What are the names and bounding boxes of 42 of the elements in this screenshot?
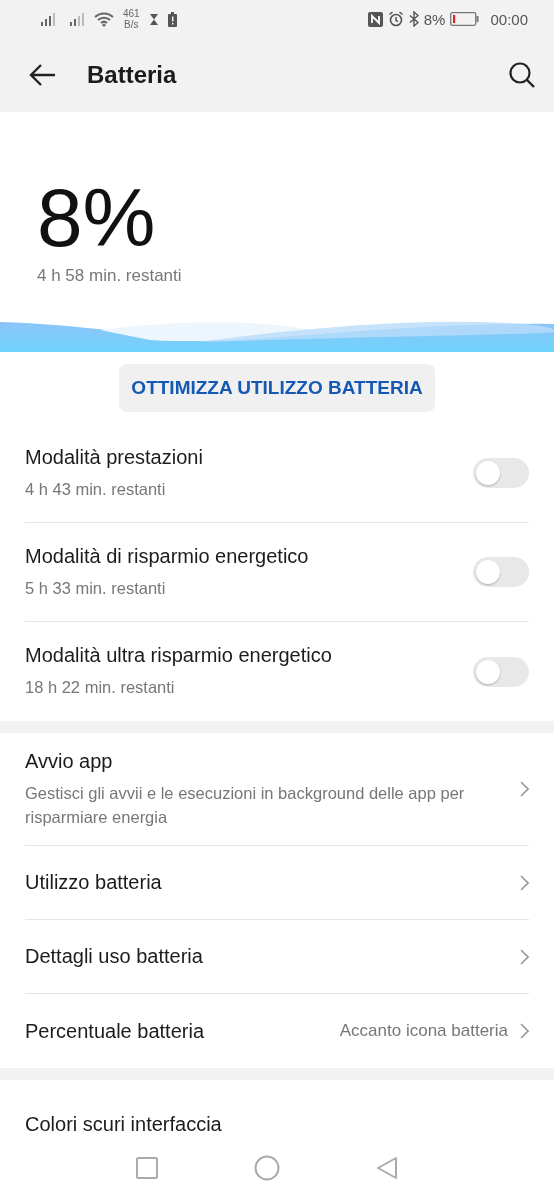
toggle-switch[interactable] — [473, 557, 529, 587]
network-speed-unit: B/s — [124, 19, 139, 30]
battery-percentage: 8% — [37, 176, 157, 260]
back-arrow-icon[interactable] — [28, 63, 56, 87]
page-title: Batteria — [87, 61, 178, 89]
setting-value: Accanto icona batteria — [339, 1021, 508, 1041]
setting-title: Modalità prestazioni — [25, 445, 204, 469]
home-icon[interactable] — [254, 1154, 280, 1181]
setting-title: Modalità di risparmio energetico — [25, 544, 310, 568]
optimize-battery-button[interactable]: OTTIMIZZA UTILIZZO BATTERIA — [119, 364, 435, 412]
battery-percentage: 8% — [423, 10, 446, 28]
toggle-switch[interactable] — [473, 458, 529, 488]
clock: 00:00 — [490, 10, 528, 28]
setting-description: Gestisci gli avvii e le esecuzioni in background delle app per risparmiare energia — [25, 782, 466, 828]
toggle-switch[interactable] — [473, 656, 529, 687]
battery-low-icon — [450, 12, 480, 26]
recent-apps-icon[interactable] — [136, 1156, 158, 1179]
chevron-right-icon — [520, 948, 529, 965]
chevron-right-icon — [520, 1023, 529, 1039]
setting-title[interactable]: Percentuale batteria — [25, 1019, 340, 1043]
signal-icon — [69, 12, 85, 26]
setting-title[interactable]: Colori scuri interfaccia — [25, 1113, 222, 1135]
battery-alert-icon — [167, 11, 177, 27]
setting-title[interactable]: Utilizzo batteria — [25, 871, 520, 894]
back-icon[interactable] — [376, 1155, 398, 1180]
network-speed: 461 — [123, 8, 140, 19]
chevron-right-icon — [520, 874, 529, 891]
chevron-right-icon — [520, 781, 529, 797]
setting-subtitle: 4 h 43 min. restanti — [25, 478, 167, 500]
setting-title[interactable]: Avvio app — [25, 749, 520, 773]
setting-subtitle: 18 h 22 min. restanti — [25, 677, 176, 698]
bluetooth-icon — [408, 11, 419, 27]
search-icon[interactable] — [508, 61, 536, 89]
signal-icon — [40, 12, 56, 26]
remaining-time: 4 h 58 min. restanti — [37, 266, 183, 286]
wifi-icon — [94, 11, 114, 27]
setting-title[interactable]: Dettagli uso batteria — [25, 945, 520, 968]
setting-subtitle: 5 h 33 min. restanti — [25, 577, 167, 599]
alarm-clock-icon — [387, 11, 404, 27]
setting-title: Modalità ultra risparmio energetico — [25, 644, 333, 667]
hourglass-icon — [148, 12, 159, 26]
nfc-icon — [367, 11, 383, 27]
